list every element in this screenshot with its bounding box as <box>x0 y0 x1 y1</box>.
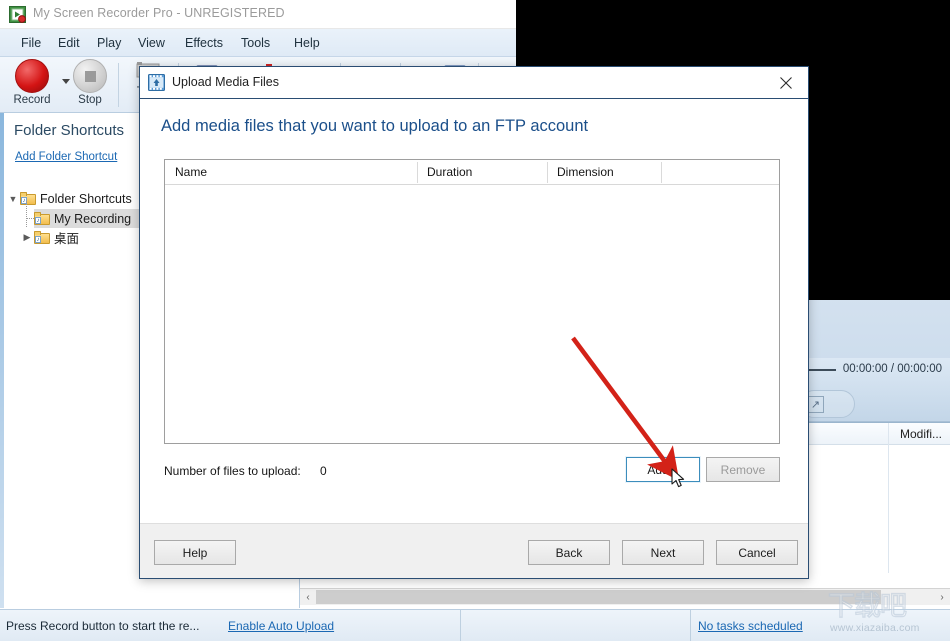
tree-item-label: 桌面 <box>54 231 80 246</box>
panel-accent-bar <box>0 113 4 608</box>
chevron-down-icon[interactable]: ▼ <box>6 194 20 204</box>
dialog-titlebar: Upload Media Files <box>140 67 808 99</box>
add-files-button[interactable]: Add... <box>625 456 701 483</box>
dialog-close-button[interactable] <box>764 67 808 98</box>
folder-icon: ♪ <box>34 212 50 225</box>
menu-play[interactable]: Play <box>90 29 128 57</box>
column-header-name[interactable]: Name <box>175 165 207 179</box>
window-title: My Screen Recorder Pro - UNREGISTERED <box>33 6 285 20</box>
status-message: Press Record button to start the re... <box>6 619 200 633</box>
files-count-label: Number of files to upload: <box>164 464 301 478</box>
media-list-header: Name Duration Dimension <box>165 160 779 185</box>
next-button[interactable]: Next <box>622 540 704 565</box>
dialog-title: Upload Media Files <box>172 75 279 89</box>
menu-edit[interactable]: Edit <box>51 29 87 57</box>
menu-view[interactable]: View <box>131 29 172 57</box>
column-header-modified[interactable]: Modifi... <box>900 427 942 441</box>
stop-icon <box>73 59 107 93</box>
dialog-heading: Add media files that you want to upload … <box>161 117 589 135</box>
folder-icon: ♪ <box>20 192 36 205</box>
add-folder-shortcut-link[interactable]: Add Folder Shortcut <box>15 151 117 163</box>
cancel-button[interactable]: Cancel <box>716 540 798 565</box>
column-header-dimension[interactable]: Dimension <box>557 165 614 179</box>
menu-help[interactable]: Help <box>287 29 327 57</box>
scroll-left-arrow-icon[interactable]: ‹ <box>300 589 316 605</box>
upload-media-files-dialog: Upload Media Files Add media files that … <box>139 66 809 579</box>
folder-icon: ♪ <box>34 231 50 244</box>
no-tasks-scheduled-link[interactable]: No tasks scheduled <box>698 619 803 633</box>
menu-tools[interactable]: Tools <box>234 29 277 57</box>
menu-effects[interactable]: Effects <box>178 29 230 57</box>
file-list-hscrollbar[interactable]: ‹ › <box>300 588 950 605</box>
help-button[interactable]: Help <box>154 540 236 565</box>
record-label: Record <box>13 94 51 106</box>
panel-title: Folder Shortcuts <box>14 122 125 139</box>
menu-file[interactable]: File <box>14 29 48 57</box>
column-header-duration[interactable]: Duration <box>427 165 472 179</box>
media-files-list[interactable]: Name Duration Dimension <box>164 159 780 444</box>
files-count-value: 0 <box>320 464 327 478</box>
chevron-right-icon[interactable]: ▶ <box>20 232 34 243</box>
tree-item-label: My Recording <box>54 211 132 226</box>
seek-slider[interactable] <box>806 369 836 371</box>
stop-button[interactable]: Stop <box>62 59 118 106</box>
record-icon <box>15 59 49 93</box>
upload-media-icon <box>148 74 165 91</box>
scrollbar-thumb[interactable] <box>316 590 881 604</box>
scroll-right-arrow-icon[interactable]: › <box>934 589 950 605</box>
record-button[interactable]: Record <box>4 59 60 106</box>
app-icon <box>9 6 26 23</box>
application-window: My Screen Recorder Pro - UNREGISTERED Fi… <box>0 0 950 641</box>
tree-item-label: Folder Shortcuts <box>40 191 132 206</box>
tree-item-my-recording[interactable]: ♪ My Recording <box>34 209 140 228</box>
dialog-footer <box>140 523 808 578</box>
tree-item-desktop[interactable]: ▶ ♪ 桌面 <box>20 228 110 247</box>
enable-auto-upload-link[interactable]: Enable Auto Upload <box>228 619 334 633</box>
stop-label: Stop <box>78 94 102 106</box>
remove-files-button[interactable]: Remove <box>706 457 780 482</box>
expand-arrow-icon: ↗ <box>807 396 824 413</box>
back-button[interactable]: Back <box>528 540 610 565</box>
statusbar: Press Record button to start the re... E… <box>0 609 950 641</box>
time-display: 00:00:00 / 00:00:00 <box>842 363 942 375</box>
